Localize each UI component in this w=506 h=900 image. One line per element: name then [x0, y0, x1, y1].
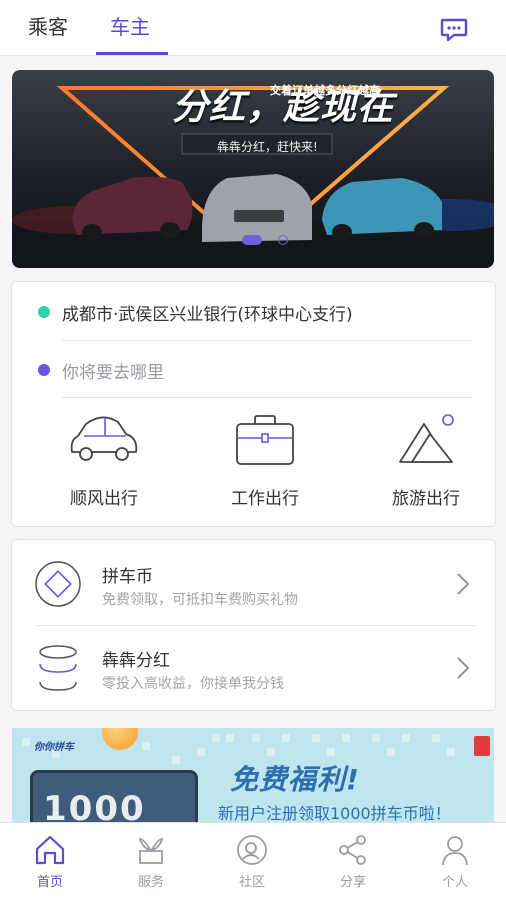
coin-card-graphic: 1000 — [30, 770, 198, 828]
divider — [62, 340, 472, 341]
brand-logo: 你你拼车 — [34, 742, 74, 753]
mountain-icon — [399, 414, 454, 463]
nav-profile[interactable]: 个人 — [425, 833, 485, 897]
nav-label: 服务 — [137, 875, 164, 890]
promo-headline: 免费福利! — [230, 763, 360, 796]
nav-service[interactable]: 服务 — [121, 833, 181, 897]
promo-subtitle: 零投入高收益，你接单我分钱 — [102, 676, 284, 692]
trip-type-travel[interactable]: 旅游出行 — [366, 410, 486, 520]
nav-share[interactable]: 分享 — [323, 833, 383, 897]
trip-type-label: 顺风出行 — [70, 489, 138, 509]
nav-label: 首页 — [36, 875, 63, 890]
list-item-bonus[interactable]: 犇犇分红 零投入高收益，你接单我分钱 — [12, 626, 497, 710]
nav-label: 个人 — [441, 875, 468, 890]
person-icon — [442, 836, 468, 866]
chevron-right-icon — [457, 657, 470, 679]
trip-type-label: 旅游出行 — [392, 489, 460, 509]
list-item-carpool-coins[interactable]: 拼车币 免费领取，可抵扣车费购买礼物 — [12, 542, 497, 626]
route-card: 成都市·武侯区兴业银行(环球中心支行) 你将要去哪里 顺风出行 工作出行 旅游出… — [11, 281, 496, 527]
pickup-location-text: 成都市·武侯区兴业银行(环球中心支行) — [62, 305, 353, 325]
bottom-navigation: 首页 服务 社区 分享 个人 — [0, 822, 506, 900]
divider — [62, 397, 472, 398]
nav-label: 社区 — [238, 875, 265, 890]
red-envelope-icon — [474, 736, 490, 756]
nav-community[interactable]: 社区 — [222, 833, 282, 897]
tab-passenger[interactable]: 乘客 — [28, 0, 68, 56]
briefcase-icon — [236, 415, 294, 465]
new-user-promo-banner[interactable]: 你你拼车 1000 免费福利! 新用户注册领取1000拼车币啦！ — [12, 728, 494, 828]
carousel-dot[interactable] — [278, 235, 288, 245]
destination-placeholder: 你将要去哪里 — [62, 363, 164, 383]
promo-text: 新用户注册领取1000拼车币啦！ — [218, 804, 451, 823]
nav-home[interactable]: 首页 — [20, 833, 80, 897]
promo-title: 拼车币 — [102, 567, 153, 587]
top-tab-bar: 乘客 车主 — [0, 0, 506, 56]
stack-icon — [39, 645, 77, 691]
trip-type-label: 工作出行 — [231, 489, 299, 509]
banner-subtitle: 犇犇分红，赶快来! — [217, 140, 318, 154]
promo-banner-carousel[interactable]: 分红，趁现在 交着订单越多分红越高 犇犇分红，赶快来! — [12, 70, 494, 268]
community-icon — [237, 835, 267, 865]
promo-title: 犇犇分红 — [102, 651, 170, 671]
message-icon[interactable] — [440, 18, 468, 42]
destination-dot-icon — [38, 364, 50, 376]
pickup-dot-icon — [38, 306, 50, 318]
coin-icon — [35, 561, 81, 607]
pickup-location-row[interactable]: 成都市·武侯区兴业银行(环球中心支行) — [12, 284, 497, 340]
trip-type-work[interactable]: 工作出行 — [205, 410, 325, 520]
destination-input[interactable]: 你将要去哪里 — [12, 342, 497, 398]
carousel-dot-active[interactable] — [242, 235, 262, 245]
tab-driver[interactable]: 车主 — [110, 0, 150, 56]
banner-subtitle-top: 交着订单越多分红越高 — [270, 84, 380, 97]
chevron-right-icon — [457, 573, 470, 595]
promo-subtitle: 免费领取，可抵扣车费购买礼物 — [102, 592, 298, 608]
promo-list: 拼车币 免费领取，可抵扣车费购买礼物 犇犇分红 零投入高收益，你接单我分钱 — [11, 539, 496, 711]
nav-label: 分享 — [339, 875, 366, 890]
car-icon — [70, 416, 138, 461]
active-tab-indicator — [96, 52, 168, 55]
home-icon — [35, 835, 65, 865]
trip-type-hitch[interactable]: 顺风出行 — [44, 410, 164, 520]
share-icon — [339, 835, 366, 865]
plant-icon — [138, 838, 164, 864]
